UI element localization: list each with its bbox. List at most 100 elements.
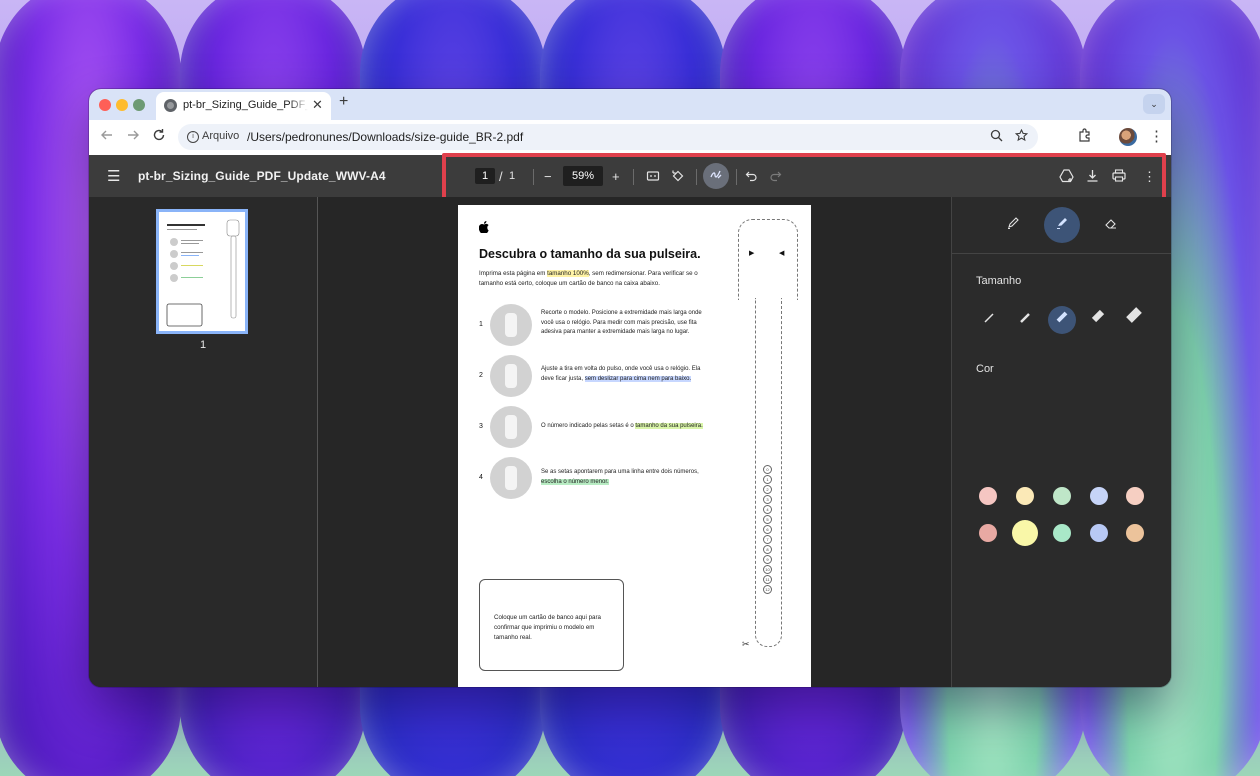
arrow-right-marker: ▶ <box>749 250 755 257</box>
zoom-in-button[interactable]: + <box>612 169 620 184</box>
back-button[interactable] <box>100 128 114 146</box>
step-text: Recorte o modelo. Posicione a extremidad… <box>541 309 711 338</box>
strap-size-mark: 0 <box>763 465 772 474</box>
color-swatch[interactable] <box>1126 487 1144 505</box>
profile-avatar[interactable] <box>1119 128 1137 146</box>
scissors-icon: ✂ <box>742 639 750 649</box>
color-swatch[interactable] <box>1016 487 1034 505</box>
sidebar-toggle-icon[interactable]: ☰ <box>107 167 120 185</box>
strap-size-mark: 12 <box>763 585 772 594</box>
extensions-icon[interactable] <box>1078 128 1092 145</box>
reload-button[interactable] <box>152 128 166 146</box>
page-total: 1 <box>509 170 516 182</box>
size-option-5[interactable] <box>1120 306 1148 334</box>
color-swatch[interactable] <box>1053 487 1071 505</box>
pdf-toolbar-highlight: 1 / 1 − 59% + ⋮ <box>442 153 1166 203</box>
thumbnail-page-number: 1 <box>199 339 207 351</box>
page-thumbnail[interactable] <box>156 209 248 334</box>
page-number-input[interactable]: 1 <box>475 168 495 184</box>
intro-highlight: tamanho 100% <box>547 270 589 277</box>
color-swatch[interactable] <box>1090 524 1108 542</box>
size-option-3[interactable] <box>1048 306 1076 334</box>
pdf-page[interactable]: Descubra o tamanho da sua pulseira. Impr… <box>458 205 811 687</box>
step-number: 2 <box>479 372 483 379</box>
minimize-window-button[interactable] <box>116 99 128 111</box>
download-icon[interactable] <box>1086 169 1099 185</box>
strap-size-mark: 11 <box>763 575 772 584</box>
step-text: Se as setas apontarem para uma linha ent… <box>541 468 711 487</box>
color-swatch[interactable] <box>979 487 997 505</box>
color-swatch[interactable] <box>1053 524 1071 542</box>
redo-icon[interactable] <box>769 169 782 185</box>
info-icon: i <box>187 131 199 143</box>
color-swatch[interactable] <box>1012 520 1038 546</box>
undo-icon[interactable] <box>745 169 758 185</box>
document-title: pt-br_Sizing_Guide_PDF_Update_WWV-A4 <box>138 169 386 183</box>
fit-to-page-icon[interactable] <box>646 169 660 186</box>
draw-icon <box>710 170 722 179</box>
tab-search-button[interactable]: ⌄ <box>1143 94 1165 114</box>
strap-size-mark: 9 <box>763 555 772 564</box>
page-separator: / <box>499 169 503 184</box>
arrow-right-icon <box>128 130 139 140</box>
strap-size-mark: 1 <box>763 475 772 484</box>
bookmark-star-icon[interactable] <box>1014 128 1029 145</box>
step-illustration <box>490 457 532 499</box>
size-section-label: Tamanho <box>976 275 1022 287</box>
highlighter-tool-button[interactable] <box>1044 207 1080 243</box>
eraser-tool-button[interactable] <box>1093 207 1129 243</box>
divider <box>633 169 634 185</box>
print-icon[interactable] <box>1112 169 1126 185</box>
apple-logo-icon <box>478 221 489 236</box>
color-swatch[interactable] <box>979 524 997 542</box>
strap-template-head <box>738 219 798 300</box>
pdf-header: ☰ pt-br_Sizing_Guide_PDF_Update_WWV-A4 1… <box>89 153 1171 203</box>
address-bar[interactable]: i Arquivo /Users/pedronunes/Downloads/si… <box>178 124 1038 150</box>
step-number: 3 <box>479 423 483 430</box>
step-illustration <box>490 355 532 397</box>
pdf-viewer: Descubra o tamanho da sua pulseira. Impr… <box>318 197 951 687</box>
zoom-icon[interactable] <box>990 129 1003 145</box>
reload-icon <box>153 129 165 141</box>
strap-size-mark: 4 <box>763 505 772 514</box>
card-instructions: Coloque um cartão de banco aqui para con… <box>494 614 601 641</box>
step-number: 4 <box>479 474 483 481</box>
globe-icon <box>164 99 177 112</box>
strap-size-mark: 6 <box>763 525 772 534</box>
divider <box>533 169 534 185</box>
step-text-body: Recorte o modelo. Posicione a extremidad… <box>541 310 702 335</box>
forward-button[interactable] <box>126 128 140 146</box>
strap-size-mark: 8 <box>763 545 772 554</box>
rotate-icon[interactable] <box>671 169 685 186</box>
tab-pdf[interactable]: pt-br_Sizing_Guide_PDF_Update_WWV-A4 ✕ <box>156 92 331 120</box>
color-section-label: Cor <box>976 363 994 375</box>
more-options-icon[interactable]: ⋮ <box>1143 169 1156 185</box>
close-tab-button[interactable]: ✕ <box>312 97 323 113</box>
strap-size-mark: 10 <box>763 565 772 574</box>
strap-size-mark: 3 <box>763 495 772 504</box>
browser-window: pt-br_Sizing_Guide_PDF_Update_WWV-A4 ✕ +… <box>89 89 1171 687</box>
divider <box>736 169 737 185</box>
annotate-toggle-button[interactable] <box>703 163 729 189</box>
arrow-left-icon <box>101 130 112 140</box>
size-option-4[interactable] <box>1084 306 1112 334</box>
security-chip[interactable]: Arquivo <box>202 130 239 142</box>
browser-menu-icon[interactable]: ⋮ <box>1149 127 1164 145</box>
step-text-body: O número indicado pelas setas é o <box>541 423 636 429</box>
close-window-button[interactable] <box>99 99 111 111</box>
size-option-1[interactable] <box>975 306 1003 334</box>
url-text[interactable]: /Users/pedronunes/Downloads/size-guide_B… <box>247 130 523 144</box>
zoom-level-input[interactable]: 59% <box>563 166 603 186</box>
color-swatch[interactable] <box>1090 487 1108 505</box>
zoom-window-button[interactable] <box>133 99 145 111</box>
zoom-out-button[interactable]: − <box>544 169 552 184</box>
pen-tool-button[interactable] <box>995 207 1031 243</box>
strap-size-mark: 2 <box>763 485 772 494</box>
annotation-panel: Tamanho Cor <box>951 197 1171 687</box>
color-swatch[interactable] <box>1126 524 1144 542</box>
size-option-2[interactable] <box>1011 306 1039 334</box>
step-illustration <box>490 406 532 448</box>
strap-size-mark: 7 <box>763 535 772 544</box>
new-tab-button[interactable]: + <box>339 93 348 111</box>
save-to-drive-icon[interactable] <box>1059 169 1074 186</box>
